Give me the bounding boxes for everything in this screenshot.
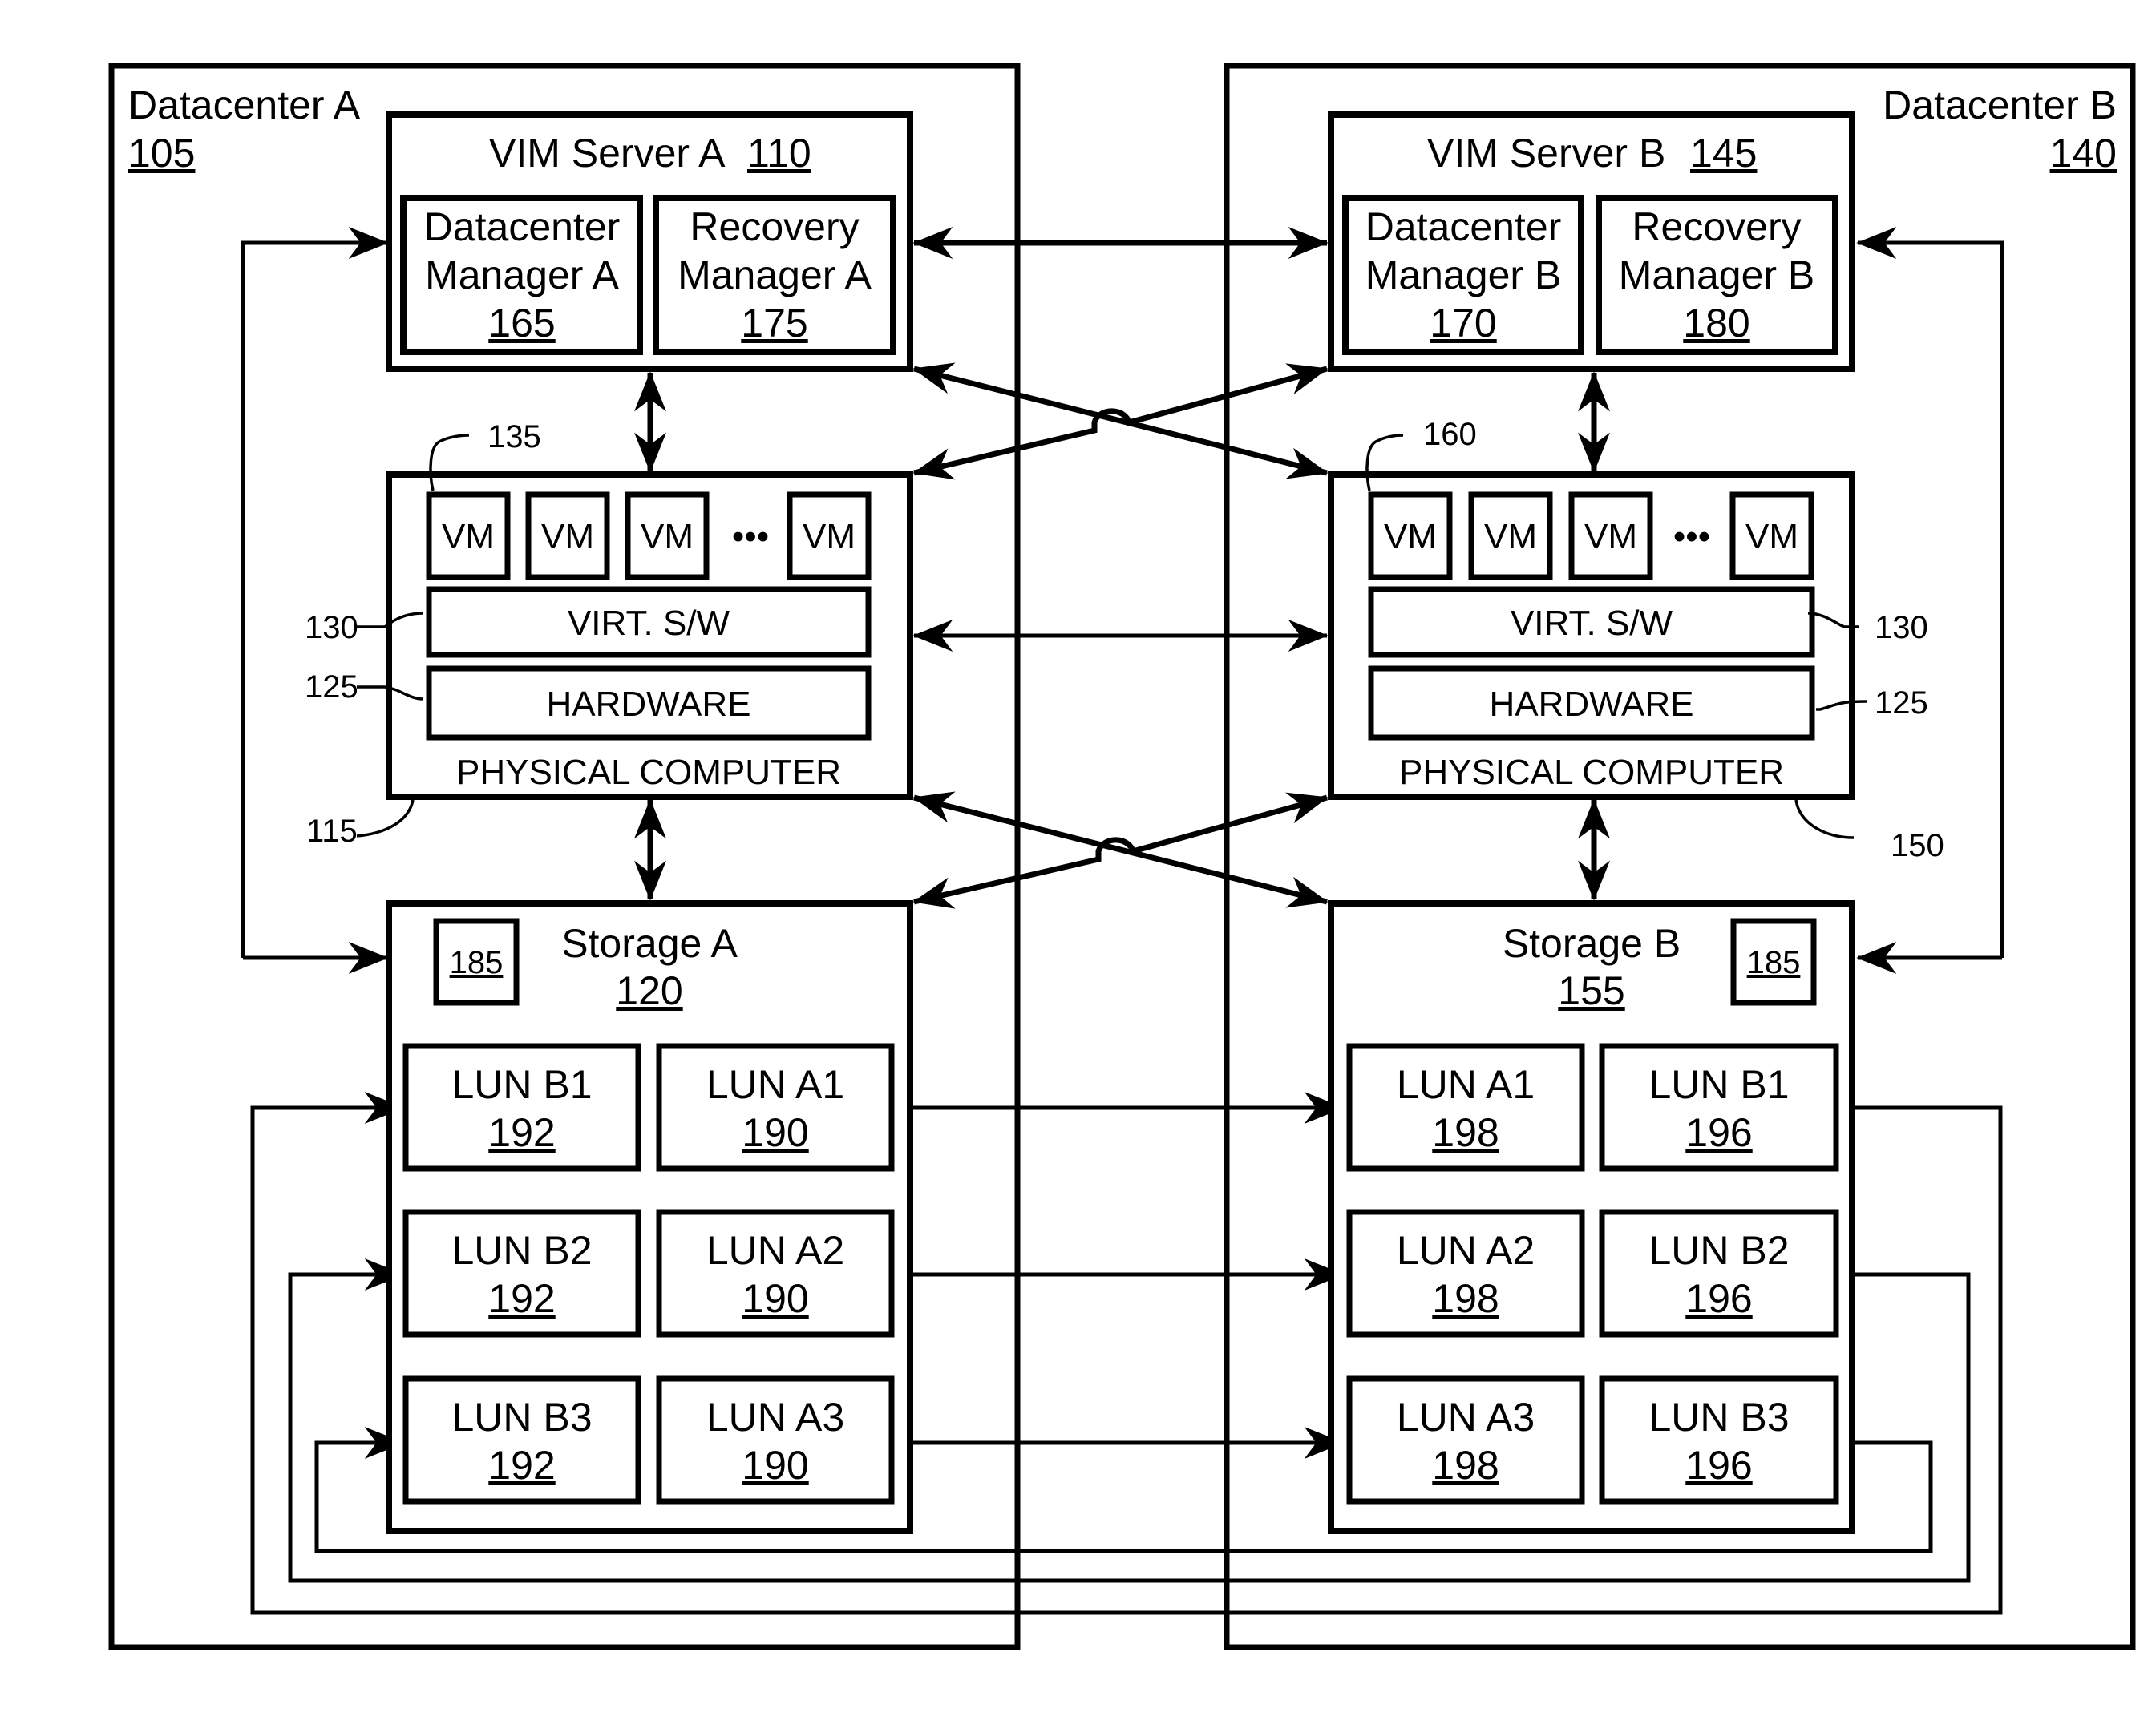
- lun-name: LUN B2: [1648, 1228, 1789, 1273]
- recovery-manager-a-line2: Manager A: [678, 252, 872, 297]
- datacenter-manager-b-ref: 170: [1430, 301, 1496, 345]
- recovery-manager-b-ref: 180: [1683, 301, 1749, 345]
- recovery-manager-b[interactable]: Recovery Manager B 180: [1596, 195, 1838, 355]
- ref-130-b: 130: [1875, 610, 1928, 645]
- datacenter-manager-a[interactable]: Datacenter Manager A 165: [400, 195, 643, 355]
- datacenter-a-label: Datacenter A: [128, 83, 361, 127]
- recovery-manager-b-line2: Manager B: [1619, 252, 1815, 297]
- leader-150: [1794, 799, 1855, 839]
- lun-name: LUN B2: [451, 1228, 592, 1273]
- recovery-manager-b-line1: Recovery: [1632, 204, 1801, 249]
- lun-name: LUN B1: [1648, 1062, 1789, 1107]
- ref-150: 150: [1891, 828, 1944, 863]
- storage-b-marker-ref: 185: [1747, 945, 1801, 980]
- datacenter-b-ref: 140: [2050, 131, 2117, 176]
- lun-name: LUN A1: [706, 1062, 844, 1107]
- ref-160: 160: [1423, 417, 1477, 452]
- vim-server-b[interactable]: VIM Server B 145 Datacenter Manager B 17…: [1328, 111, 1855, 372]
- ref-125-b: 125: [1875, 685, 1928, 721]
- vim-server-b-ref: 145: [1690, 131, 1757, 176]
- ref-130-a: 130: [305, 610, 358, 645]
- vm-label: VM: [1584, 517, 1637, 556]
- hardware-b-label: HARDWARE: [1489, 685, 1693, 724]
- lun-ref: 192: [488, 1276, 555, 1321]
- vm-label: VM: [1384, 517, 1437, 556]
- more-vms-ellipsis: •••: [732, 517, 769, 556]
- recovery-manager-a-ref: 175: [741, 301, 807, 345]
- ref-135: 135: [487, 419, 541, 454]
- vim-server-b-label: VIM Server B: [1427, 131, 1665, 176]
- lun-name: LUN B3: [1648, 1395, 1789, 1440]
- vm-label: VM: [803, 517, 856, 556]
- datacenter-manager-b[interactable]: Datacenter Manager B 170: [1342, 195, 1584, 355]
- vim-server-a[interactable]: VIM Server A 110 Datacenter Manager A 16…: [386, 111, 913, 372]
- lun-ref: 190: [742, 1276, 808, 1321]
- storage-a-label: Storage A: [561, 921, 738, 966]
- lun-ref: 196: [1685, 1443, 1752, 1488]
- lun-ref: 192: [488, 1443, 555, 1488]
- lun-name: LUN B3: [451, 1395, 592, 1440]
- lun-name: LUN A3: [706, 1395, 844, 1440]
- more-vms-ellipsis: •••: [1673, 517, 1710, 556]
- datacenter-manager-a-line1: Datacenter: [424, 204, 621, 249]
- storage-a-ref: 120: [616, 968, 682, 1013]
- lun-ref: 198: [1432, 1276, 1499, 1321]
- lun-name: LUN A3: [1397, 1395, 1535, 1440]
- vm-row-a: VM VM VM ••• VM: [426, 491, 872, 580]
- lun-ref: 190: [742, 1443, 808, 1488]
- physical-computer-b-label: PHYSICAL COMPUTER: [1399, 753, 1784, 792]
- lun-ref: 192: [488, 1110, 555, 1155]
- recovery-manager-a[interactable]: Recovery Manager A 175: [653, 195, 896, 355]
- vm-label: VM: [541, 517, 594, 556]
- storage-a-marker-ref: 185: [450, 945, 504, 980]
- lun-name: LUN A2: [1397, 1228, 1535, 1273]
- lun-ref: 196: [1685, 1110, 1752, 1155]
- vim-server-a-label: VIM Server A: [489, 131, 726, 176]
- physical-computer-a-label: PHYSICAL COMPUTER: [456, 753, 841, 792]
- recovery-manager-a-line1: Recovery: [690, 204, 859, 249]
- lun-ref: 196: [1685, 1276, 1752, 1321]
- storage-a[interactable]: 185 Storage A 120 LUN B1 192 LUN A1 190 …: [386, 900, 913, 1534]
- lun-name: LUN A1: [1397, 1062, 1535, 1107]
- storage-b[interactable]: 185 Storage B 155 LUN A1 198 LUN B1 196 …: [1328, 900, 1855, 1534]
- lun-ref: 198: [1432, 1110, 1499, 1155]
- virt-sw-b-label: VIRT. S/W: [1511, 604, 1673, 643]
- ref-115: 115: [306, 814, 358, 849]
- lun-name: LUN B1: [451, 1062, 592, 1107]
- lun-ref: 190: [742, 1110, 808, 1155]
- leader-115: [356, 799, 415, 838]
- lun-name: LUN A2: [706, 1228, 844, 1273]
- physical-computer-b[interactable]: VM VM VM ••• VM VIRT. S/W HARDWARE PHYSI…: [1328, 471, 1855, 800]
- datacenter-manager-b-line2: Manager B: [1365, 252, 1562, 297]
- datacenter-manager-b-line1: Datacenter: [1365, 204, 1562, 249]
- ref-125-a: 125: [305, 669, 358, 705]
- vim-server-a-ref: 110: [747, 131, 811, 176]
- replication-diagram: Datacenter A 105 Datacenter B 140 VIM Se…: [108, 63, 2136, 1650]
- vm-label: VM: [1745, 517, 1798, 556]
- datacenter-manager-a-line2: Manager A: [425, 252, 619, 297]
- hardware-a-label: HARDWARE: [546, 685, 750, 724]
- vm-row-b: VM VM VM ••• VM: [1368, 491, 1814, 580]
- vm-label: VM: [641, 517, 694, 556]
- datacenter-b-label: Datacenter B: [1883, 83, 2117, 127]
- vm-label: VM: [1484, 517, 1537, 556]
- dc-manager-a-link-top: [241, 227, 389, 958]
- storage-b-label: Storage B: [1503, 921, 1681, 966]
- datacenter-manager-a-ref: 165: [488, 301, 555, 345]
- virt-sw-a-label: VIRT. S/W: [568, 604, 730, 643]
- vm-label: VM: [442, 517, 495, 556]
- storage-b-ref: 155: [1558, 968, 1624, 1013]
- datacenter-a-ref: 105: [128, 131, 195, 176]
- lun-ref: 198: [1432, 1443, 1499, 1488]
- physical-computer-a[interactable]: VM VM VM ••• VM VIRT. S/W HARDWARE PHYSI…: [386, 471, 913, 800]
